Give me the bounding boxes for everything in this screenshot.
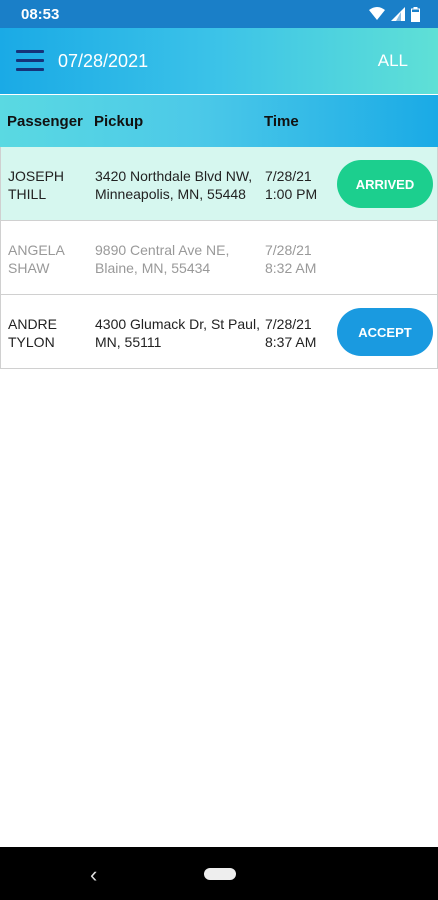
arrived-button[interactable]: ARRIVED: [337, 160, 433, 208]
pickup-time: 7/28/21 1:00 PM: [265, 168, 318, 202]
column-header-pickup: Pickup: [94, 113, 144, 130]
status-bar: 08:53: [0, 0, 438, 28]
status-time: 08:53: [21, 6, 60, 23]
table-row[interactable]: ANGELA SHAW 9890 Central Ave NE, Blaine,…: [0, 221, 438, 295]
battery-icon: [411, 6, 420, 22]
back-icon[interactable]: ‹: [90, 862, 97, 888]
status-icons: [369, 6, 420, 22]
passenger-name: ANDRE TYLON: [8, 316, 58, 350]
app-bar: 07/28/2021 ALL: [0, 28, 438, 94]
passenger-name: ANGELA SHAW: [8, 242, 65, 276]
home-button[interactable]: [204, 868, 236, 880]
pickup-address: 4300 Glumack Dr, St Paul, MN, 55111: [95, 316, 260, 350]
system-nav-bar: ‹: [0, 847, 438, 900]
table-row[interactable]: JOSEPH THILL 3420 Northdale Blvd NW, Min…: [0, 147, 438, 221]
signal-icon: [391, 7, 405, 21]
filter-all-button[interactable]: ALL: [378, 51, 408, 71]
passenger-name: JOSEPH THILL: [8, 168, 65, 202]
pickup-time: 7/28/21 8:37 AM: [265, 316, 317, 350]
column-header-passenger: Passenger: [7, 113, 83, 130]
column-header-time: Time: [264, 113, 299, 130]
pickup-address: 9890 Central Ave NE, Blaine, MN, 55434: [95, 242, 230, 276]
pickup-address: 3420 Northdale Blvd NW, Minneapolis, MN,…: [95, 168, 253, 202]
menu-icon[interactable]: [16, 50, 44, 72]
table-header: Passenger Pickup Time: [0, 95, 438, 147]
accept-button[interactable]: ACCEPT: [337, 308, 433, 356]
table-row[interactable]: ANDRE TYLON 4300 Glumack Dr, St Paul, MN…: [0, 295, 438, 369]
app-bar-date: 07/28/2021: [58, 51, 149, 71]
wifi-icon: [369, 7, 385, 20]
pickup-time: 7/28/21 8:32 AM: [265, 242, 317, 276]
